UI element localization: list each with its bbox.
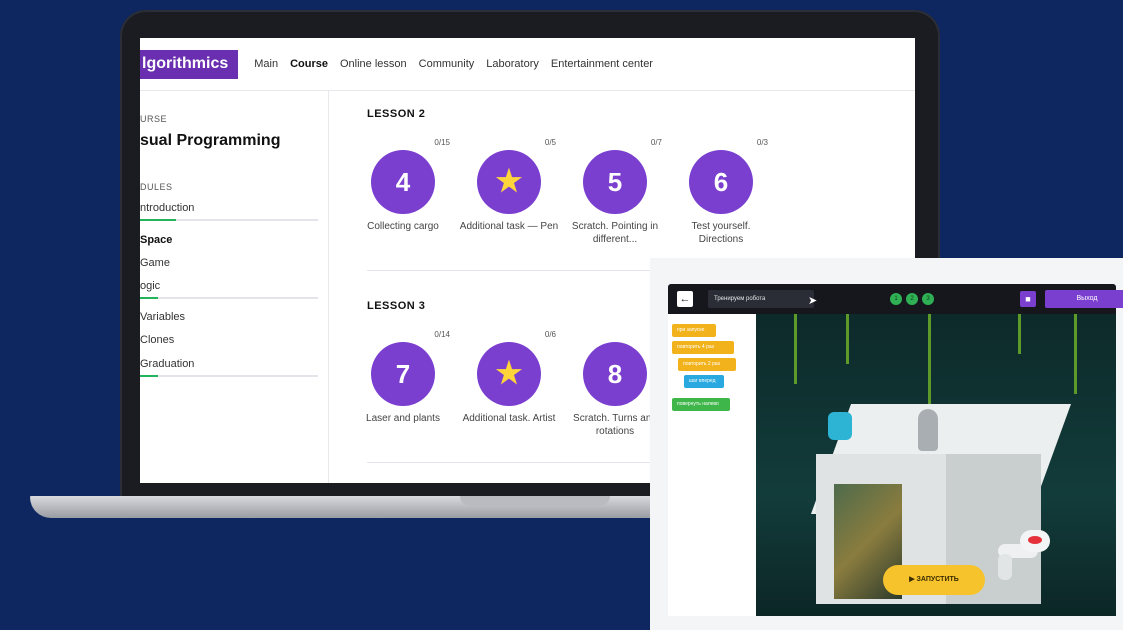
module-graduation[interactable]: Graduation [140,358,318,370]
task-count: 0/14 [434,330,450,339]
lesson-card-label: Laser and plants [366,413,440,424]
lesson-3-title: LESSON 3 [367,300,426,312]
star-icon: ★ [495,165,523,198]
nav-course[interactable]: Course [290,58,328,70]
lesson-card-label: Additional task. Artist [462,413,556,424]
nav-online-lesson[interactable]: Online lesson [340,58,407,70]
modules-caption: DULES [140,182,173,192]
vine [846,314,849,364]
course-caption: URSE [140,114,168,124]
code-blocks-panel: при запуске повторить 4 раз повторить 2 … [668,314,756,616]
laptop-notch [460,496,610,506]
penguin-statue [918,409,938,451]
run-button[interactable]: ▶ ЗАПУСТИТЬ [883,565,985,595]
lesson-card-label: Test yourself. Directions [691,221,751,245]
lesson-card[interactable]: 0/5 ★ Additional task — Pen [456,138,562,233]
lesson-card[interactable]: 0/7 5 Scratch. Pointing in different... [562,138,668,246]
nav-community[interactable]: Community [419,58,475,70]
star-badge: ★ [477,342,541,406]
faucet-icon [998,530,1050,580]
lesson-number-badge: 7 [371,342,435,406]
code-block[interactable]: шаг вперед [684,375,724,388]
step-indicator[interactable]: 3 [922,293,934,305]
lesson-card-label: Scratch. Pointing in different... [571,221,659,245]
vine [928,314,931,404]
task-count: 0/6 [544,330,556,339]
module-clones[interactable]: Clones [140,334,318,346]
back-button[interactable]: ← [677,291,693,307]
lesson-number-badge: 8 [583,342,647,406]
chat-button[interactable]: ■ [1020,291,1036,307]
logo[interactable]: lgorithmics [140,49,239,79]
module-progress-graduation [140,375,318,377]
lesson-card-label: Collecting cargo [367,221,439,232]
star-badge: ★ [477,150,541,214]
code-block[interactable]: повторить 2 раз [678,358,736,371]
module-progress-introduction [140,219,318,221]
code-block[interactable]: при запуске [672,324,716,337]
lesson-number-badge: 6 [689,150,753,214]
lesson-card-label: Additional task — Pen [459,221,559,232]
app-screenshot-overlay: ← Тренируем робота ➤ 1 2 3 ■ Выход при з… [650,258,1123,630]
nav-main[interactable]: Main [254,58,278,70]
star-icon: ★ [495,357,523,390]
top-navigation: lgorithmics Main Course Online lesson Co… [140,38,915,91]
module-game[interactable]: Game [140,257,318,269]
vine [794,314,797,384]
game-stage[interactable]: ▶ ЗАПУСТИТЬ [756,314,1116,616]
module-introduction[interactable]: ntroduction [140,202,318,214]
module-progress-logic [140,297,318,299]
app-header: ← Тренируем робота ➤ 1 2 3 ■ Выход [668,284,1123,314]
vine [1018,314,1021,354]
chat-icon: ■ [1025,294,1031,304]
module-logic[interactable]: ogic [140,280,318,292]
lesson-card[interactable]: 0/14 7 Laser and plants [350,330,456,425]
code-block[interactable]: повернуть налево [672,398,730,411]
lesson-number-badge: 5 [583,150,647,214]
course-sidebar: URSE sual Programming DULES ntroduction … [140,90,329,483]
task-count: 0/3 [756,138,768,147]
mouse-cursor-icon: ➤ [808,295,818,307]
course-title: sual Programming [140,132,281,149]
task-name-field[interactable]: Тренируем робота [708,290,814,308]
step-indicator[interactable]: 2 [906,293,918,305]
task-count: 0/5 [544,138,556,147]
task-count: 0/7 [650,138,662,147]
nav-entertainment-center[interactable]: Entertainment center [551,58,653,70]
exit-button[interactable]: Выход [1045,290,1123,308]
code-block[interactable]: повторить 4 раз [672,341,734,354]
module-variables[interactable]: Variables [140,311,318,323]
lesson-number-badge: 4 [371,150,435,214]
lesson-card[interactable]: 0/6 ★ Additional task. Artist [456,330,562,425]
vine [1074,314,1077,394]
step-indicator[interactable]: 1 [890,293,902,305]
lesson-card[interactable]: 0/15 4 Collecting cargo [350,138,456,233]
lesson-2-title: LESSON 2 [367,108,426,120]
module-space[interactable]: Space [140,234,318,246]
robot-character [828,412,852,440]
lesson-card[interactable]: 0/3 6 Test yourself. Directions [668,138,774,246]
nav-laboratory[interactable]: Laboratory [486,58,539,70]
arrow-left-icon: ← [679,293,691,305]
task-count: 0/15 [434,138,450,147]
